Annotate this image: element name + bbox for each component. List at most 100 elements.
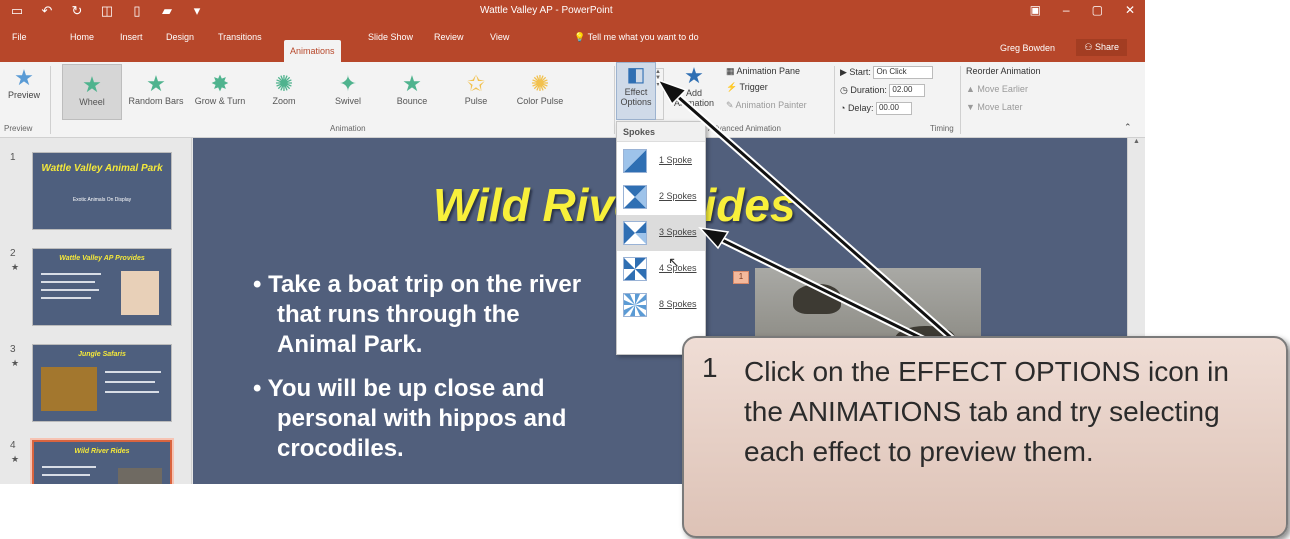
close-icon[interactable]: ✕ bbox=[1125, 3, 1135, 17]
spoke-option-label: 8 Spokes bbox=[659, 299, 697, 309]
thumb-text-line bbox=[41, 289, 99, 291]
effect-swivel[interactable]: ✦ Swivel bbox=[318, 64, 378, 120]
window-title: Wattle Valley AP - PowerPoint bbox=[480, 5, 613, 16]
move-earlier-button[interactable]: ▲ Move Earlier bbox=[966, 84, 1028, 94]
animation-painter-button[interactable]: ✎ Animation Painter bbox=[726, 100, 807, 111]
user-name[interactable]: Greg Bowden bbox=[1000, 43, 1055, 53]
tell-me-search[interactable]: 💡 Tell me what you want to do bbox=[568, 27, 705, 47]
duration-input[interactable]: 02.00 bbox=[889, 84, 926, 97]
dropdown-header: Spokes bbox=[617, 122, 705, 142]
delay-input[interactable]: 00.00 bbox=[875, 102, 912, 115]
spoke-option-8[interactable]: 8 Spokes bbox=[617, 287, 705, 323]
bullet-text[interactable]: personal with hippos and bbox=[277, 404, 566, 434]
animation-star-icon: ★ bbox=[11, 358, 20, 368]
tab-insert[interactable]: Insert bbox=[114, 27, 149, 47]
down-arrow-icon: ▼ bbox=[966, 102, 978, 112]
animation-painter-label: Animation Painter bbox=[735, 100, 807, 110]
minimize-icon[interactable]: – bbox=[1063, 3, 1070, 17]
effect-pulse[interactable]: ✩ Pulse bbox=[446, 64, 506, 120]
thumb-subtitle: Exotic Animals On Display bbox=[72, 197, 132, 203]
ribbon-options-icon[interactable]: ▣ bbox=[1030, 3, 1041, 17]
two-spokes-icon bbox=[623, 185, 647, 209]
random-bars-icon: ★ bbox=[146, 71, 166, 96]
preview-group-label: Preview bbox=[4, 124, 33, 133]
thumb-number: 2 bbox=[10, 248, 16, 259]
effect-color-pulse[interactable]: ✺ Color Pulse bbox=[510, 64, 570, 120]
effect-wheel[interactable]: ★ Wheel bbox=[62, 64, 122, 120]
move-earlier-label: Move Earlier bbox=[977, 84, 1028, 94]
slide-thumbnails-pane: 1 Wattle Valley Animal Park Exotic Anima… bbox=[0, 138, 192, 484]
duration-label: Duration: bbox=[850, 84, 887, 95]
slide-thumbnail-2[interactable]: Wattle Valley AP Provides bbox=[32, 248, 172, 326]
bullet-text[interactable]: that runs through the bbox=[277, 300, 520, 330]
scroll-up-icon[interactable]: ▲ bbox=[1128, 138, 1145, 145]
effect-label: Wheel bbox=[79, 97, 105, 107]
bullet-text[interactable]: • You will be up close and bbox=[253, 374, 545, 404]
save-icon[interactable]: ▭ bbox=[8, 3, 26, 19]
thumb-text-line bbox=[41, 281, 95, 283]
effect-grow-turn[interactable]: ✸ Grow & Turn bbox=[190, 64, 250, 120]
animation-pane-button[interactable]: ▦ Animation Pane bbox=[726, 66, 800, 77]
maximize-icon[interactable]: ▢ bbox=[1092, 3, 1103, 17]
format-icon[interactable]: ◫ bbox=[98, 3, 116, 19]
share-button[interactable]: ⚇ Share bbox=[1076, 39, 1127, 56]
bullet-text[interactable]: crocodiles. bbox=[277, 434, 404, 464]
spoke-option-label: 2 Spokes bbox=[659, 191, 697, 201]
trigger-label: Trigger bbox=[739, 82, 768, 92]
spoke-option-1[interactable]: 1 Spoke bbox=[617, 143, 705, 179]
quick-access-toolbar: ▭ ↶ ↻ ◫ ▯ ▰ ▾ bbox=[8, 3, 206, 19]
add-animation-label: Add Animation bbox=[673, 88, 715, 108]
thumb-title: Wattle Valley AP Provides bbox=[59, 255, 145, 262]
thumb-title: Wild River Rides bbox=[74, 448, 130, 455]
tab-design[interactable]: Design bbox=[160, 27, 200, 47]
animation-star-icon: ★ bbox=[11, 262, 20, 272]
new-icon[interactable]: ▯ bbox=[128, 3, 146, 19]
undo-icon[interactable]: ↶ bbox=[38, 3, 56, 19]
effect-bounce[interactable]: ★ Bounce bbox=[382, 64, 442, 120]
bullet-text[interactable]: • Take a boat trip on the river bbox=[253, 270, 581, 300]
effect-options-button[interactable]: ◧ Effect Options bbox=[616, 62, 656, 120]
add-animation-button[interactable]: ★ Add Animation bbox=[666, 64, 722, 109]
tab-home[interactable]: Home bbox=[64, 27, 100, 47]
spoke-option-4[interactable]: 4 Spokes bbox=[617, 251, 705, 287]
animation-order-tag[interactable]: 1 bbox=[733, 271, 749, 284]
spoke-option-2[interactable]: 2 Spokes bbox=[617, 179, 705, 215]
customize-icon[interactable]: ▾ bbox=[188, 3, 206, 19]
thumb-text-line bbox=[105, 371, 161, 373]
open-icon[interactable]: ▰ bbox=[158, 3, 176, 19]
slide-thumbnail-1[interactable]: Wattle Valley Animal Park Exotic Animals… bbox=[32, 152, 172, 230]
spoke-option-3[interactable]: 3 Spokes bbox=[617, 215, 705, 251]
tab-slide-show[interactable]: Slide Show bbox=[362, 27, 419, 47]
tab-review[interactable]: Review bbox=[428, 27, 470, 47]
effect-label: Zoom bbox=[272, 96, 296, 106]
thumb-picture bbox=[41, 367, 97, 411]
animation-gallery: ★ Wheel ★ Random Bars ✸ Grow & Turn ✺ Zoom ✦… bbox=[52, 64, 664, 120]
bullet-text[interactable]: Animal Park. bbox=[277, 330, 422, 360]
window-controls: ▣ – ▢ ✕ bbox=[1030, 3, 1135, 17]
effect-label: Pulse bbox=[464, 96, 488, 106]
start-select[interactable]: On Click bbox=[873, 66, 934, 79]
tab-file[interactable]: File bbox=[6, 27, 33, 47]
animation-pane-icon: ▦ bbox=[726, 66, 737, 76]
effect-label: Bounce bbox=[396, 96, 428, 106]
effect-label: Swivel bbox=[334, 96, 361, 106]
slide-thumbnail-4[interactable]: Wild River Rides bbox=[32, 440, 172, 484]
hippo-shape bbox=[793, 284, 841, 314]
step-number: 1 bbox=[702, 352, 718, 383]
collapse-ribbon-icon[interactable]: ⌃ bbox=[1124, 122, 1132, 133]
slide-thumbnail-3[interactable]: Jungle Safaris bbox=[32, 344, 172, 422]
move-later-button[interactable]: ▼ Move Later bbox=[966, 102, 1022, 112]
zoom-icon: ✺ bbox=[274, 71, 294, 96]
preview-button[interactable]: ★ Preview bbox=[2, 66, 46, 101]
trigger-button[interactable]: ⚡ Trigger bbox=[726, 82, 768, 93]
redo-icon[interactable]: ↻ bbox=[68, 3, 86, 19]
thumb-text-line bbox=[105, 391, 159, 393]
three-spokes-icon bbox=[623, 221, 647, 245]
effect-random-bars[interactable]: ★ Random Bars bbox=[126, 64, 186, 120]
effect-zoom[interactable]: ✺ Zoom bbox=[254, 64, 314, 120]
tab-view[interactable]: View bbox=[484, 27, 515, 47]
tab-animations[interactable]: Animations bbox=[284, 40, 341, 62]
tab-transitions[interactable]: Transitions bbox=[212, 27, 268, 47]
slide-title[interactable]: Wild River Rides bbox=[433, 178, 796, 232]
separator bbox=[50, 66, 51, 134]
